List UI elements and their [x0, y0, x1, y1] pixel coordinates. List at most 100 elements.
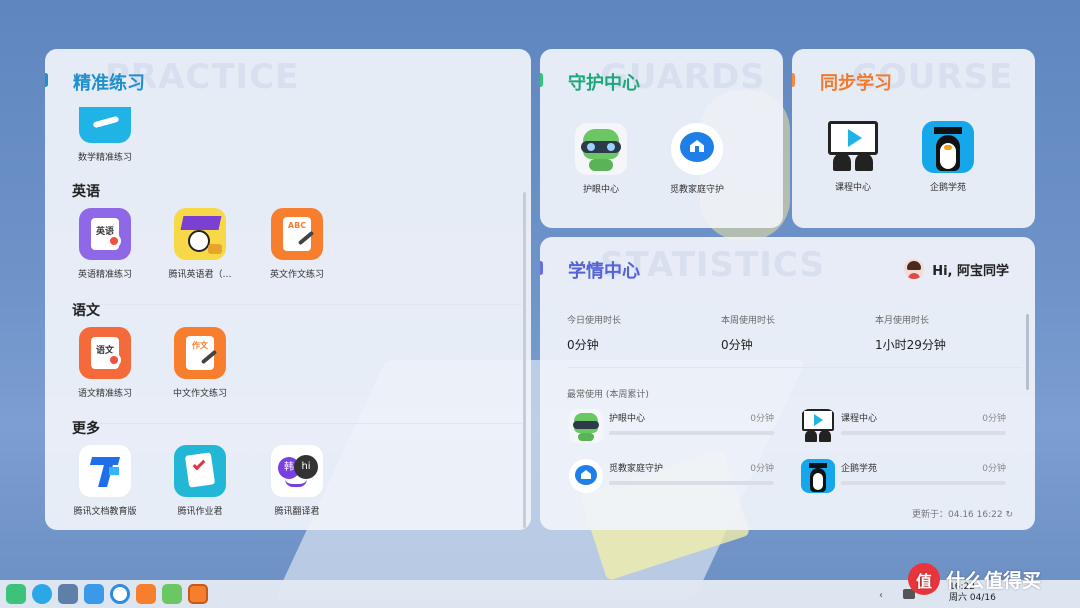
usage-time: 0分钟 — [750, 464, 774, 474]
app-chinese-practice[interactable]: 语文 语文精准练习 — [57, 327, 153, 399]
app-family-guard[interactable]: 觅教家庭守护 — [649, 123, 745, 195]
card-accent — [540, 261, 543, 275]
avatar — [904, 259, 925, 279]
usage-item[interactable]: 课程中心 0分钟 — [801, 409, 1006, 449]
stat-week: 本周使用时长 0分钟 — [721, 313, 775, 353]
app-tencent-english[interactable]: 腾讯英语君（… — [152, 208, 248, 280]
browser-icon[interactable] — [110, 584, 130, 604]
app-label: 英文作文练习 — [269, 270, 324, 280]
app-label: 语文精准练习 — [77, 389, 132, 399]
section-heading-chinese: 语文 — [72, 303, 100, 319]
eye-care-robot-icon — [575, 123, 627, 175]
section-divider — [567, 367, 1022, 368]
app-tencent-docs[interactable]: 腾讯文档教育版 — [57, 445, 153, 517]
app-label: 觅教家庭守护 — [669, 185, 724, 195]
app-label: 腾讯文档教育版 — [73, 507, 137, 517]
launcher-icon[interactable] — [6, 584, 26, 604]
app-math-practice[interactable]: 数学精准练习 — [57, 107, 153, 163]
app-english-essay[interactable]: ABC 英文作文练习 — [249, 208, 345, 280]
practice-scrollbar[interactable] — [523, 192, 526, 528]
course-center-icon — [801, 409, 835, 443]
guard-title: 守护中心 — [568, 73, 640, 94]
app-label: 腾讯英语君（… — [168, 270, 232, 280]
brand-logo-icon — [908, 563, 940, 595]
app-tencent-homework[interactable]: 腾讯作业君 — [152, 445, 248, 517]
stat-label: 本周使用时长 — [721, 316, 776, 326]
user-greeting[interactable]: Hi, 阿宝同学 — [904, 259, 1009, 279]
usage-time: 0分钟 — [982, 464, 1006, 474]
essay-app-icon[interactable] — [136, 584, 156, 604]
essay-app-active-icon[interactable] — [188, 584, 208, 604]
app-label: 腾讯翻译君 — [274, 507, 320, 517]
stats-scrollbar[interactable] — [1026, 314, 1029, 390]
app-penguin-academy[interactable]: 企鹅学苑 — [900, 121, 996, 193]
card-accent — [45, 73, 48, 87]
practice-card: PRACTICE 精准练习 数学精准练习 英语 英语 英语精准练习 腾讯英语君（… — [45, 49, 531, 530]
stat-label: 今日使用时长 — [567, 316, 622, 326]
section-heading-english: 英语 — [72, 184, 100, 200]
app-label: 课程中心 — [834, 183, 871, 193]
updated-text: 更新于：04.16 16:22 — [912, 510, 1003, 520]
usage-name: 觅教家庭守护 — [609, 464, 664, 474]
app-english-practice[interactable]: 英语 英语精准练习 — [57, 208, 153, 280]
math-practice-icon — [79, 107, 131, 143]
stat-today: 今日使用时长 0分钟 — [567, 313, 621, 353]
tencent-homework-icon — [174, 445, 226, 497]
course-center-icon — [827, 121, 879, 173]
card-accent — [792, 73, 795, 87]
multitask-icon[interactable] — [58, 584, 78, 604]
chinese-essay-icon: 作文 — [174, 327, 226, 379]
usage-progress-bar — [841, 431, 1006, 435]
brand-watermark: 什么值得买 — [908, 563, 1041, 595]
tray-expand-icon[interactable]: ‹ — [879, 590, 883, 601]
app-store-icon[interactable] — [32, 584, 52, 604]
usage-item[interactable]: 企鹅学苑 0分钟 — [801, 459, 1006, 499]
usage-time: 0分钟 — [982, 414, 1006, 424]
app-label: 腾讯作业君 — [177, 507, 223, 517]
family-guard-icon — [671, 123, 723, 175]
usage-name: 护眼中心 — [609, 414, 646, 424]
usage-name: 企鹅学苑 — [841, 464, 878, 474]
stat-value: 0分钟 — [721, 338, 753, 352]
chinese-practice-icon: 语文 — [79, 327, 131, 379]
stats-title: 学情中心 — [568, 261, 640, 282]
app-label: 数学精准练习 — [77, 153, 132, 163]
file-manager-icon[interactable] — [84, 584, 104, 604]
greeting-text: Hi, 阿宝同学 — [932, 263, 1009, 279]
usage-progress-bar — [609, 431, 774, 435]
app-course-center[interactable]: 课程中心 — [805, 121, 901, 193]
usage-item[interactable]: 护眼中心 0分钟 — [569, 409, 774, 449]
guard-card: GUARDS 守护中心 护眼中心 觅教家庭守护 — [540, 49, 783, 228]
tencent-docs-icon — [79, 445, 131, 497]
practice-title: 精准练习 — [73, 73, 145, 94]
app-chinese-essay[interactable]: 作文 中文作文练习 — [152, 327, 248, 399]
usage-item[interactable]: 觅教家庭守护 0分钟 — [569, 459, 774, 499]
course-title: 同步学习 — [820, 73, 892, 94]
usage-name: 课程中心 — [841, 414, 878, 424]
section-heading-more: 更多 — [72, 421, 100, 437]
app-label: 护眼中心 — [582, 185, 619, 195]
english-practice-icon: 英语 — [79, 208, 131, 260]
stat-value: 0分钟 — [567, 338, 599, 352]
usage-progress-bar — [609, 481, 774, 485]
refresh-icon[interactable]: ↻ — [1005, 510, 1013, 520]
penguin-academy-icon — [922, 121, 974, 173]
family-guard-icon — [569, 459, 603, 493]
stat-label: 本月使用时长 — [875, 316, 930, 326]
section-divider — [72, 423, 522, 424]
penguin-academy-icon — [801, 459, 835, 493]
app-tencent-translate[interactable]: 韩 hi 腾讯翻译君 — [249, 445, 345, 517]
updated-time[interactable]: 更新于：04.16 16:22 ↻ — [912, 507, 1013, 520]
tencent-translate-icon: 韩 hi — [271, 445, 323, 497]
app-label: 企鹅学苑 — [929, 183, 966, 193]
card-accent — [540, 73, 543, 87]
brand-text: 什么值得买 — [946, 569, 1042, 592]
app-eye-care[interactable]: 护眼中心 — [553, 123, 649, 195]
usage-time: 0分钟 — [750, 414, 774, 424]
course-card: COURSE 同步学习 课程中心 企鹅学苑 — [792, 49, 1035, 228]
stat-value: 1小时29分钟 — [875, 338, 946, 352]
section-divider — [72, 304, 522, 305]
eye-care-robot-icon — [569, 409, 603, 443]
stat-month: 本月使用时长 1小时29分钟 — [875, 313, 946, 353]
eye-care-robot-icon[interactable] — [162, 584, 182, 604]
